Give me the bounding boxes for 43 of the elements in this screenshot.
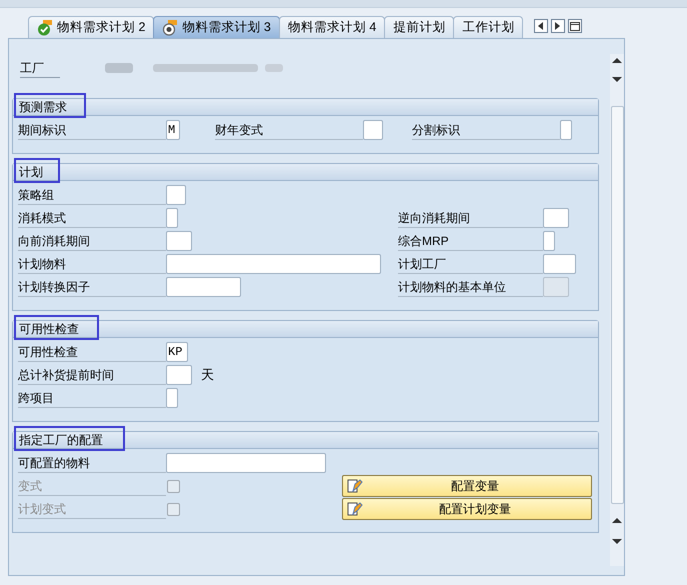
input-field[interactable]: KP [166, 342, 188, 362]
input-field[interactable] [560, 120, 572, 140]
check-flag-icon [37, 20, 53, 36]
input-field[interactable] [166, 254, 381, 274]
scroll-left-icon[interactable] [534, 19, 548, 33]
tab-list-icon[interactable] [568, 19, 582, 33]
scroll-down-icon [612, 76, 622, 84]
input-field[interactable] [166, 388, 178, 408]
tab[interactable]: 物料需求计划 4 [278, 16, 386, 38]
scrollbar[interactable] [610, 54, 624, 566]
field-label: 计划变式 [18, 500, 166, 518]
unit-label: 天 [201, 366, 214, 384]
input-field[interactable] [543, 254, 576, 274]
action-button[interactable]: 配置变量 [342, 475, 592, 497]
tab[interactable]: 物料需求计划 3 [153, 16, 280, 38]
section-title: 可用性检查 [19, 321, 79, 338]
section-title: 计划 [19, 164, 43, 181]
input-field[interactable] [543, 208, 569, 228]
tab[interactable]: 物料需求计划 2 [28, 16, 154, 38]
tab[interactable]: 提前计划 [384, 16, 454, 38]
tab[interactable]: 工作计划 [453, 16, 524, 38]
action-button[interactable]: 配置计划变量 [342, 498, 592, 520]
input-field[interactable] [166, 231, 192, 251]
input-field[interactable] [166, 365, 192, 385]
edit-note-icon [347, 501, 363, 517]
input-field[interactable] [166, 453, 326, 473]
scroll-thumb[interactable] [610, 106, 624, 504]
scroll-up-icon [612, 516, 622, 524]
input-field[interactable] [363, 120, 383, 140]
radio-flag-icon [162, 20, 178, 36]
scroll-down-icon [612, 538, 622, 546]
field-label: 工厂 [20, 58, 60, 78]
input-field[interactable]: M [166, 120, 180, 140]
input-field[interactable] [166, 208, 178, 228]
field-label: 变式 [18, 476, 166, 496]
scroll-up-icon [612, 56, 622, 64]
input-field[interactable] [166, 185, 186, 205]
input-field[interactable] [543, 231, 555, 251]
section-title: 指定工厂的配置 [19, 432, 103, 449]
scroll-right-icon[interactable] [551, 19, 566, 33]
edit-note-icon [347, 478, 363, 494]
section-title: 预测需求 [19, 99, 67, 116]
input-field[interactable] [166, 277, 241, 297]
